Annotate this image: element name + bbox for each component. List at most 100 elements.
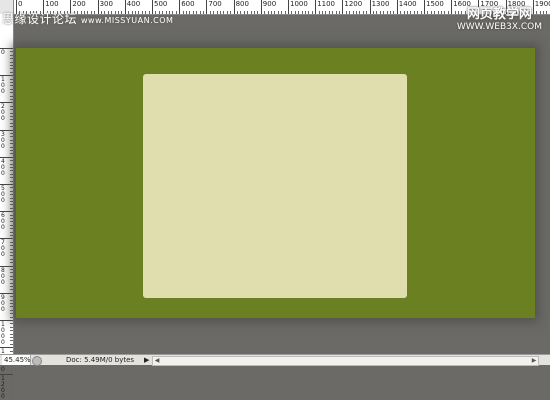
ruler-minor-tick: [319, 11, 320, 14]
ruler-minor-tick: [10, 167, 13, 168]
ruler-minor-tick: [10, 109, 13, 110]
ruler-minor-tick: [10, 68, 13, 69]
ruler-minor-tick: [363, 11, 364, 14]
ruler-minor-tick: [10, 62, 13, 63]
ruler-minor-tick: [543, 11, 544, 14]
ruler-minor-tick: [10, 65, 13, 66]
ruler-minor-tick: [10, 119, 13, 120]
ruler-minor-tick: [10, 313, 13, 314]
ruler-minor-tick: [217, 11, 218, 14]
ruler-minor-tick: [410, 11, 411, 14]
watermark-right-url: WWW.WEB3X.COM: [457, 22, 542, 32]
ruler-minor-tick: [10, 300, 13, 301]
ruler-minor-tick: [10, 351, 13, 352]
ruler-minor-tick: [10, 381, 13, 382]
ruler-minor-tick: [10, 225, 13, 226]
ruler-tick-label: 700: [206, 0, 221, 8]
ruler-minor-tick: [349, 11, 350, 14]
ruler-minor-tick: [356, 11, 357, 14]
ruler-minor-tick: [10, 391, 13, 392]
ruler-minor-tick: [10, 235, 13, 236]
ruler-tick-label: 0: [1, 50, 7, 56]
ruler-tick-label: 200: [1, 104, 7, 122]
ruler-minor-tick: [10, 378, 13, 379]
vertical-ruler[interactable]: 0100200300400500600700800900100011001200: [0, 14, 14, 355]
ruler-minor-tick: [10, 276, 13, 277]
ruler-minor-tick: [247, 11, 248, 14]
ruler-tick-label: 1000: [288, 0, 308, 8]
ruler-minor-tick: [10, 283, 13, 284]
status-menu-arrow-icon[interactable]: ▶: [144, 355, 149, 365]
ruler-minor-tick: [274, 11, 275, 14]
ruler-minor-tick: [10, 113, 13, 114]
ruler-tick-label: 0: [16, 0, 22, 8]
ruler-minor-tick: [10, 123, 13, 124]
ruler-minor-tick: [10, 269, 13, 270]
ruler-minor-tick: [10, 249, 13, 250]
ruler-minor-tick: [254, 11, 255, 14]
ruler-minor-tick: [400, 11, 401, 14]
ruler-tick-label: 1200: [342, 0, 362, 8]
ruler-tick-label: 900: [1, 295, 7, 313]
ruler-tick-label: 300: [98, 0, 113, 8]
scroll-left-arrow-icon[interactable]: ◀: [153, 357, 161, 365]
ruler-tick-label: 1900: [533, 0, 550, 8]
ruler-tick-label: 500: [152, 0, 167, 8]
ruler-tick-label: 1000: [1, 322, 7, 346]
ruler-minor-tick: [312, 11, 313, 14]
rounded-rectangle-shape[interactable]: [143, 74, 407, 298]
ruler-minor-tick: [10, 306, 13, 307]
ruler-minor-tick: [417, 11, 418, 14]
watermark-left: 思缘设计论坛www.MISSYUAN.COM: [2, 10, 173, 27]
ruler-minor-tick: [223, 11, 224, 14]
ruler-minor-tick: [10, 133, 13, 134]
ruler-minor-tick: [251, 11, 252, 14]
ruler-minor-tick: [10, 344, 13, 345]
ruler-minor-tick: [271, 11, 272, 14]
ruler-minor-tick: [427, 11, 428, 14]
ruler-minor-tick: [10, 177, 13, 178]
ruler-tick-label: 1100: [315, 0, 335, 8]
ruler-minor-tick: [10, 99, 13, 100]
ruler-minor-tick: [10, 255, 13, 256]
zoom-level-field[interactable]: 45.45%: [2, 355, 31, 365]
ruler-minor-tick: [438, 11, 439, 14]
ruler-minor-tick: [10, 136, 13, 137]
ruler-minor-tick: [220, 11, 221, 14]
ruler-minor-tick: [10, 272, 13, 273]
ruler-minor-tick: [10, 252, 13, 253]
ruler-minor-tick: [10, 279, 13, 280]
status-bar: 45.45% Doc: 5.49M/0 bytes ▶ ◀ ▶: [0, 354, 550, 365]
ruler-minor-tick: [10, 262, 13, 263]
ruler-minor-tick: [176, 11, 177, 14]
ruler-minor-tick: [308, 11, 309, 14]
ruler-minor-tick: [444, 11, 445, 14]
ruler-minor-tick: [10, 259, 13, 260]
ruler-tick-label: 400: [125, 0, 140, 8]
ruler-minor-tick: [10, 160, 13, 161]
ruler-tick-label: 600: [1, 213, 7, 231]
ruler-minor-tick: [332, 11, 333, 14]
ruler-minor-tick: [10, 368, 13, 369]
ruler-minor-tick: [10, 330, 13, 331]
ruler-minor-tick: [339, 11, 340, 14]
ruler-minor-tick: [448, 11, 449, 14]
ruler-minor-tick: [353, 11, 354, 14]
ruler-minor-tick: [359, 11, 360, 14]
ruler-minor-tick: [10, 371, 13, 372]
ruler-minor-tick: [10, 337, 13, 338]
ruler-tick-label: 600: [179, 0, 194, 8]
ruler-minor-tick: [336, 11, 337, 14]
ruler-minor-tick: [322, 11, 323, 14]
ruler-minor-tick: [10, 116, 13, 117]
ruler-minor-tick: [10, 92, 13, 93]
ruler-minor-tick: [10, 303, 13, 304]
ruler-tick-label: 100: [43, 0, 58, 8]
ruler-minor-tick: [10, 181, 13, 182]
ruler-minor-tick: [10, 150, 13, 151]
scroll-right-arrow-icon[interactable]: ▶: [530, 357, 538, 365]
ruler-minor-tick: [10, 194, 13, 195]
ruler-minor-tick: [237, 11, 238, 14]
ruler-minor-tick: [10, 58, 13, 59]
ruler-minor-tick: [421, 11, 422, 14]
